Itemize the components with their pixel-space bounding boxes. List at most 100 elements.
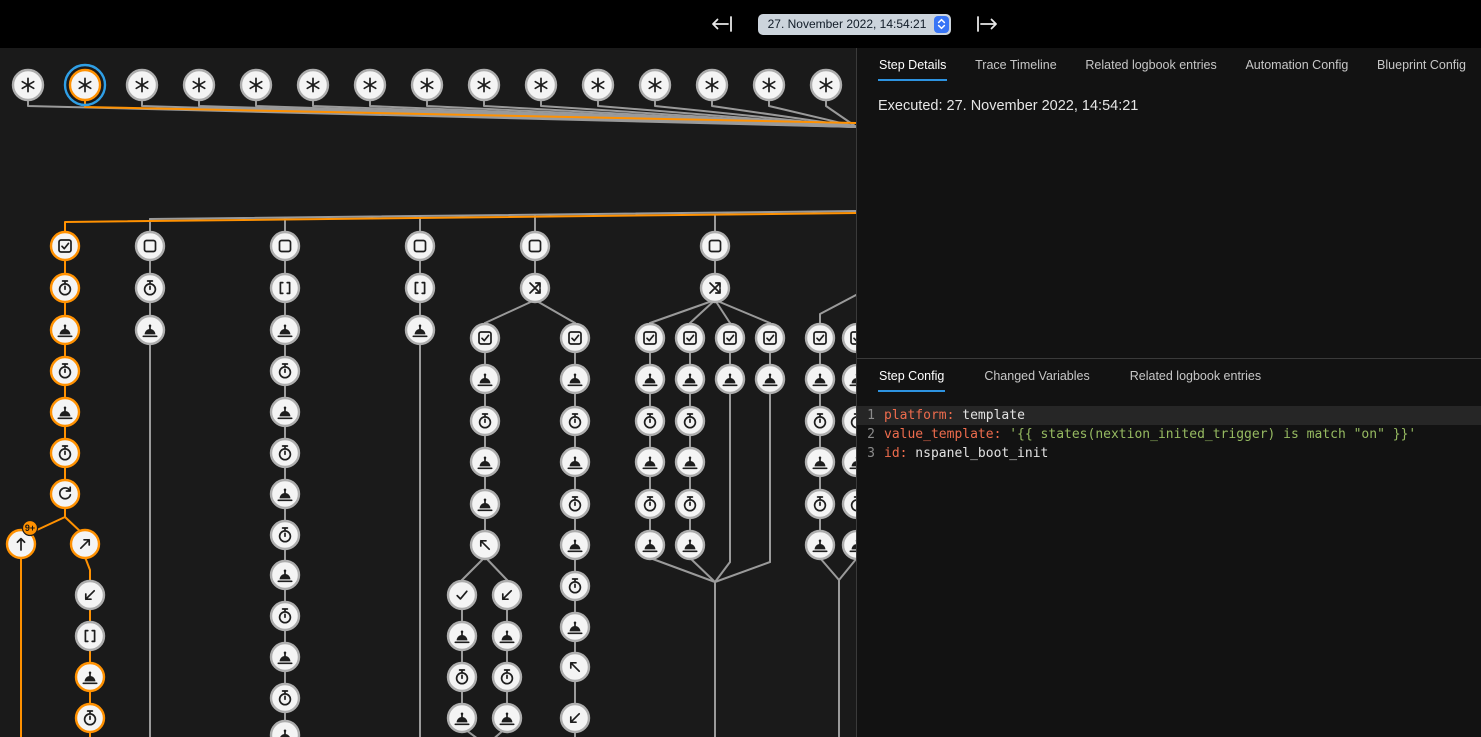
graph-node-trigger[interactable] [640,70,670,100]
graph-node-timer[interactable] [136,274,164,302]
graph-node-repeat[interactable] [51,480,79,508]
graph-node-timer[interactable] [76,704,104,732]
graph-node-timer[interactable] [271,439,299,467]
graph-node-service[interactable] [676,365,704,393]
graph-node-service[interactable] [136,316,164,344]
graph-node-split[interactable] [701,274,729,302]
graph-node-service[interactable] [471,490,499,518]
graph-node-condition[interactable] [843,324,856,352]
tab-step-details[interactable]: Step Details [878,58,947,81]
graph-node-condition[interactable] [561,324,589,352]
graph-node-trigger[interactable] [127,70,157,100]
graph-node-service[interactable] [271,398,299,426]
tab-step-config[interactable]: Step Config [878,369,945,392]
graph-node-timer[interactable] [806,407,834,435]
graph-node-arrow-up-right[interactable] [71,530,99,558]
graph-node-square[interactable] [136,232,164,260]
graph-node-service[interactable] [843,448,856,476]
graph-node-service[interactable] [636,365,664,393]
graph-node-service[interactable] [636,448,664,476]
graph-node-trigger[interactable] [526,70,556,100]
graph-node-timer[interactable] [843,407,856,435]
tab-blueprint-config[interactable]: Blueprint Config [1376,58,1467,81]
graph-node-timer[interactable] [271,602,299,630]
tab-changed-variables[interactable]: Changed Variables [983,369,1090,392]
graph-node-condition[interactable] [676,324,704,352]
graph-node-arrow-down-left[interactable] [493,581,521,609]
graph-node-arrow-up-left[interactable] [561,653,589,681]
graph-node-service[interactable] [271,316,299,344]
graph-node-condition[interactable] [756,324,784,352]
graph-node-service[interactable] [51,398,79,426]
graph-node-trigger[interactable] [241,70,271,100]
graph-node-square[interactable] [701,232,729,260]
graph-node-arrow-up-left[interactable] [471,531,499,559]
graph-node-trigger[interactable] [355,70,385,100]
graph-node-timer[interactable] [676,490,704,518]
previous-run-button[interactable] [708,14,736,34]
graph-node-service[interactable] [448,704,476,732]
graph-node-trigger[interactable] [811,70,841,100]
tab-automation-config[interactable]: Automation Config [1244,58,1349,81]
graph-node-timer[interactable] [271,684,299,712]
graph-node-split[interactable] [521,274,549,302]
graph-node-service[interactable] [716,365,744,393]
graph-node-service[interactable] [561,448,589,476]
graph-node-timer[interactable] [51,274,79,302]
graph-node-trigger[interactable] [697,70,727,100]
graph-node-square[interactable] [406,232,434,260]
graph-node-service[interactable] [471,448,499,476]
graph-node-service[interactable] [843,531,856,559]
graph-node-trigger[interactable] [583,70,613,100]
graph-node-timer[interactable] [271,521,299,549]
tab-trace-timeline[interactable]: Trace Timeline [974,58,1058,81]
graph-node-service[interactable] [806,531,834,559]
graph-node-brackets[interactable] [76,622,104,650]
graph-node-service[interactable] [448,622,476,650]
graph-node-brackets[interactable] [271,274,299,302]
run-selector[interactable]: 27. November 2022, 14:54:21 [758,14,952,35]
graph-node-timer[interactable] [51,357,79,385]
graph-node-service[interactable] [471,365,499,393]
graph-node-timer[interactable] [271,357,299,385]
graph-node-check[interactable] [448,581,476,609]
graph-node-service[interactable] [561,531,589,559]
graph-node-service[interactable] [271,721,299,737]
graph-node-trigger[interactable] [184,70,214,100]
graph-node-trigger[interactable] [469,70,499,100]
graph-node-arrow-down-left[interactable] [76,581,104,609]
graph-node-service[interactable] [636,531,664,559]
graph-node-trigger[interactable] [65,65,105,105]
graph-node-service[interactable] [676,531,704,559]
graph-node-condition[interactable] [806,324,834,352]
graph-node-service[interactable] [271,480,299,508]
graph-node-service[interactable] [843,365,856,393]
graph-node-timer[interactable] [471,407,499,435]
graph-node-service[interactable] [406,316,434,344]
graph-node-arrow-down-left[interactable] [561,704,589,732]
graph-node-trigger[interactable] [412,70,442,100]
graph-node-timer[interactable] [806,490,834,518]
graph-node-timer[interactable] [636,490,664,518]
graph-node-timer[interactable] [448,663,476,691]
graph-node-trigger[interactable] [754,70,784,100]
graph-node-service[interactable] [806,448,834,476]
graph-node-timer[interactable] [676,407,704,435]
graph-node-service[interactable] [493,704,521,732]
graph-node-service[interactable] [51,316,79,344]
graph-node-square[interactable] [271,232,299,260]
graph-node-square[interactable] [521,232,549,260]
tab-related-logbook-entries[interactable]: Related logbook entries [1084,58,1217,81]
graph-node-condition[interactable] [51,232,79,260]
graph-node-trigger[interactable] [298,70,328,100]
graph-node-timer[interactable] [843,490,856,518]
graph-node-timer[interactable] [561,490,589,518]
graph-node-condition[interactable] [471,324,499,352]
graph-node-timer[interactable] [561,572,589,600]
graph-node-brackets[interactable] [406,274,434,302]
graph-node-timer[interactable] [636,407,664,435]
graph-node-trigger[interactable] [13,70,43,100]
graph-node-arrow-up[interactable]: 9+ [7,521,38,559]
graph-node-service[interactable] [271,643,299,671]
graph-node-condition[interactable] [716,324,744,352]
